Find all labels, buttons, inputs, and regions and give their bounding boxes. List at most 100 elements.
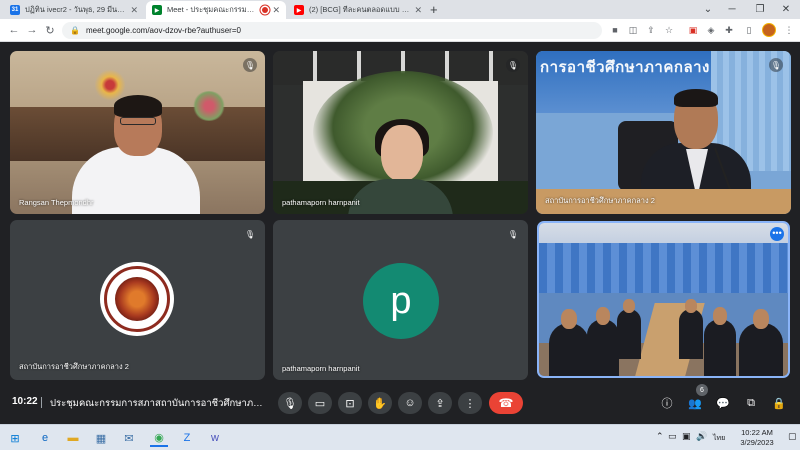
attendee-face <box>623 299 635 313</box>
phone-hangup-icon: ☎ <box>498 396 514 410</box>
participant-tile-4[interactable]: 🎙 สถาบันการอาชีวศึกษาภาคกลาง 2 <box>10 220 265 380</box>
cast-icon[interactable]: ◫ <box>626 23 640 37</box>
banner-text: การอาชีวศึกษาภาคกลาง <box>540 59 710 76</box>
lock-icon: 🔒 <box>70 26 80 35</box>
camera-indicator-icon[interactable]: ■ <box>608 23 622 37</box>
notifications-icon[interactable]: ▢ <box>788 431 797 442</box>
system-date: 3/29/2023 <box>740 438 774 447</box>
edge-browser-icon[interactable]: e <box>36 429 54 447</box>
reactions-button[interactable]: ☺ <box>398 392 422 414</box>
address-bar[interactable]: 🔒 meet.google.com/aov-dzov-rbe?authuser=… <box>62 22 602 39</box>
new-tab-button[interactable]: + <box>430 2 438 18</box>
present-screen-icon: ⇪ <box>435 397 445 410</box>
mic-off-icon: 🎙 <box>243 58 257 72</box>
windows-start-icon[interactable]: ⊞ <box>6 429 24 447</box>
hand-icon: ✋ <box>373 397 387 410</box>
more-options-button[interactable]: ⋮ <box>458 392 482 414</box>
seal-emblem <box>115 277 159 321</box>
battery-icon[interactable]: ▭ <box>668 431 677 442</box>
captions-icon: ⊡ <box>345 397 355 410</box>
reload-icon[interactable]: ↻ <box>42 22 58 38</box>
meet-stage: 🎙 Rangsan Thepmondhr 🎙 pathamaporn harnp… <box>0 42 800 424</box>
tab-title: ปฏิทิน ivecr2 - วันพุธ, 29 มีนาคม 20... <box>25 5 127 14</box>
browser-tab-strip: 31 ปฏิทิน ivecr2 - วันพุธ, 29 มีนาคม 20.… <box>0 0 800 19</box>
participant-tile-1[interactable]: 🎙 Rangsan Thepmondhr <box>10 51 265 214</box>
tray-expand-icon[interactable]: ⌃ <box>656 431 664 442</box>
chat-icon[interactable]: 💬 <box>715 395 731 411</box>
present-button[interactable]: ⇪ <box>428 392 452 414</box>
close-icon[interactable]: ✕ <box>272 5 280 16</box>
youtube-icon: ▶ <box>294 5 304 15</box>
participant-tile-6[interactable]: ••• <box>537 221 790 378</box>
attendee <box>587 319 619 376</box>
participant-glasses <box>120 117 156 125</box>
curtain-background <box>539 243 788 293</box>
minimize-icon[interactable]: ─ <box>718 0 746 19</box>
network-icon[interactable]: ▣ <box>682 431 691 442</box>
meeting-title: ประชุมคณะกรรมการสภาสถาบันการอาชีวศึกษาภา… <box>50 398 265 409</box>
close-icon[interactable]: ✕ <box>414 5 422 16</box>
participant-avatar: p <box>363 263 439 339</box>
leave-call-button[interactable]: ☎ <box>489 392 523 414</box>
participant-name: สถาบันการอาชีวศึกษาภาคกลาง 2 <box>545 196 655 205</box>
tab-calendar[interactable]: 31 ปฏิทิน ivecr2 - วันพุธ, 29 มีนาคม 20.… <box>4 1 144 19</box>
attendee-face <box>685 299 697 313</box>
share-icon[interactable]: ⇪ <box>644 23 658 37</box>
host-controls-lock-icon[interactable]: 🔒 <box>771 395 787 411</box>
camera-button[interactable]: ▭ <box>308 392 332 414</box>
browser-menu-icon[interactable]: ⋮ <box>782 23 796 37</box>
mic-off-icon: 🎙 <box>507 229 519 239</box>
participant-tile-3[interactable]: การอาชีวศึกษาภาคกลาง 🎙 สถาบันการอาชีวศึก… <box>536 51 791 214</box>
profile-avatar[interactable] <box>762 23 776 37</box>
raise-hand-button[interactable]: ✋ <box>368 392 392 414</box>
mic-off-icon: 🎙 <box>506 58 520 72</box>
browser-toolbar: ← → ↻ 🔒 meet.google.com/aov-dzov-rbe?aut… <box>0 19 800 42</box>
system-clock[interactable]: 10:22 AM 3/29/2023 <box>732 428 782 448</box>
attendee-face <box>753 309 769 329</box>
microphone-icon: 🎙 <box>283 397 297 410</box>
seal-ring <box>104 266 170 332</box>
store-icon[interactable]: ▦ <box>92 429 110 447</box>
tab-youtube[interactable]: ▶ (2) [BCG] ทีละคนตลอดแบบ By Boo... ✕ <box>288 1 428 19</box>
extension-icon[interactable]: ▣ <box>686 23 700 37</box>
captions-button[interactable]: ⊡ <box>338 392 362 414</box>
mic-off-icon: 🎙 <box>769 58 783 72</box>
volume-icon[interactable]: 🔊 <box>696 431 707 442</box>
close-window-icon[interactable]: ✕ <box>772 0 800 19</box>
attendee <box>739 323 783 376</box>
meeting-clock: 10:22 <box>12 396 38 407</box>
forward-arrow-icon[interactable]: → <box>24 22 40 38</box>
attendee-face <box>596 307 610 325</box>
participant-hair <box>674 89 718 107</box>
back-arrow-icon[interactable]: ← <box>6 22 22 38</box>
activities-icon[interactable]: ⧉ <box>743 395 759 411</box>
chrome-icon[interactable]: ◉ <box>150 429 168 447</box>
puzzle-extensions-icon[interactable]: ✚ <box>722 23 736 37</box>
zoom-icon[interactable]: Z <box>178 429 196 447</box>
mail-icon[interactable]: ✉ <box>120 429 138 447</box>
side-panel-icon[interactable]: ▯ <box>742 23 756 37</box>
participant-tile-2[interactable]: 🎙 pathamaporn harnpanit <box>273 51 528 214</box>
close-icon[interactable]: ✕ <box>130 5 138 16</box>
file-explorer-icon[interactable]: ▬ <box>64 429 82 447</box>
meet-control-bar: 10:22 ประชุมคณะกรรมการสภาสถาบันการอาชีวศ… <box>0 380 800 424</box>
teams-icon[interactable]: w <box>206 429 224 447</box>
bookmark-star-icon[interactable]: ☆ <box>662 23 676 37</box>
url-text: meet.google.com/aov-dzov-rbe?authuser=0 <box>85 26 241 35</box>
calendar-icon: 31 <box>10 5 20 15</box>
tab-meet[interactable]: ▶ Meet - ประชุมคณะกรรมการสภา... ✕ <box>146 1 286 19</box>
attendee <box>704 319 736 376</box>
emoji-icon: ☺ <box>404 397 416 409</box>
maximize-icon[interactable]: ❐ <box>746 0 774 19</box>
tab-title: (2) [BCG] ทีละคนตลอดแบบ By Boo... <box>309 5 411 14</box>
participant-tile-5[interactable]: p 🎙 pathamaporn harnpanit <box>273 220 528 380</box>
extension-icon[interactable]: ◈ <box>704 23 718 37</box>
input-language[interactable]: ไทย <box>713 433 725 444</box>
meeting-info-icon[interactable]: ⓘ <box>659 395 675 411</box>
windows-taskbar: ⊞ e ▬ ▦ ✉ ◉ Z w ⌃ ▭ ▣ 🔊 ไทย 10:22 AM 3/2… <box>0 424 800 450</box>
attendee <box>617 309 641 359</box>
microphone-button[interactable]: 🎙 <box>278 392 302 414</box>
more-options-icon[interactable]: ••• <box>770 227 784 241</box>
recording-indicator-icon <box>262 7 269 13</box>
people-icon[interactable]: 👥 <box>687 395 703 411</box>
